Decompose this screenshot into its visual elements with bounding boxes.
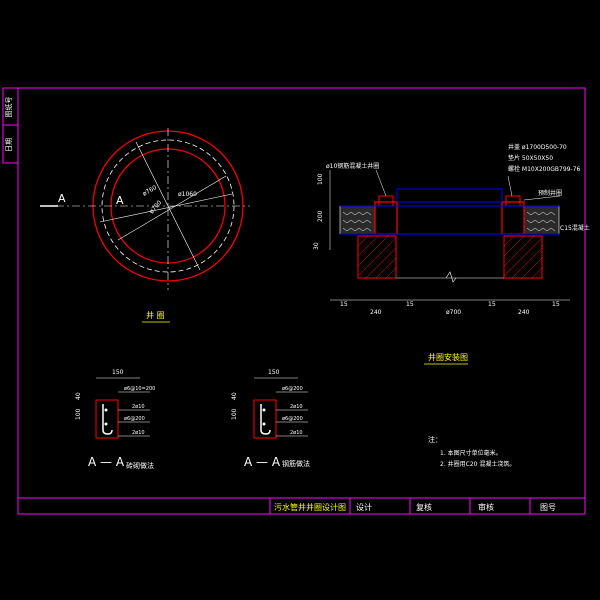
drawing-title: 污水管井井圈设计图: [274, 502, 346, 512]
install-dim-b1: 240: [370, 309, 382, 316]
section-left-rebar-2: 2ø10: [132, 404, 145, 410]
plan-dim-mid: ø760: [142, 184, 159, 198]
section-right-subtitle: 钢筋做法: [282, 459, 310, 468]
section-right-rebar-4: 2ø10: [290, 430, 303, 436]
cover-seat-right: [505, 195, 521, 207]
title-block: 污水管井井圈设计图 设计 复核 审核 图号: [18, 497, 585, 514]
install-dim-v3: 30: [313, 242, 320, 250]
section-left-dim-b: 100: [75, 408, 82, 420]
design-label: 设计: [356, 502, 372, 512]
section-right-dim-b: 100: [231, 408, 238, 420]
section-mark-inner: A: [116, 194, 124, 207]
callout-rebar: ø10钢筋混凝土井圈: [326, 162, 379, 170]
install-view: 100 200 30 15 240 15 ø700 15 240 15 ø10钢…: [313, 143, 590, 365]
section-right-title: A — A: [244, 455, 281, 469]
install-caption: 井圈安装图: [428, 352, 468, 362]
review-label: 复核: [416, 502, 432, 512]
install-dim-v1: 100: [317, 173, 324, 185]
ring-block-left: [374, 201, 398, 235]
section-right-rebar-3: ø6@200: [282, 416, 303, 422]
side-strip-top-label: 图纸号: [4, 97, 13, 118]
ring-block-right: [501, 201, 525, 235]
section-right-dim-top: 150: [268, 369, 280, 376]
callout-pad: 垫片 50X50X50: [508, 154, 553, 162]
section-left-dim-top: 150: [112, 369, 124, 376]
notes: 注： 1. 本图尺寸单位毫米。 2. 井圈用C20 混凝土浇筑。: [428, 435, 515, 468]
install-dim-b3: ø700: [446, 309, 461, 316]
section-right-bar-2: [262, 422, 266, 426]
section-left: 150 40 100 ø6@10=200 2ø10 ø6@200 2ø10 A …: [75, 369, 155, 470]
section-left-bar-1: [104, 408, 108, 412]
plan-dim-outer: ø1060: [178, 191, 197, 198]
callout-bolt: 螺栓 M10X200GB799-76: [508, 165, 580, 173]
section-right-ring: [253, 399, 277, 439]
plan-view: A A ø1060 ø760 ø700 井 圈: [40, 128, 250, 323]
install-dim-b5: 240: [518, 309, 530, 316]
section-right-rebar-2: 2ø10: [290, 404, 303, 410]
install-dim-v2: 200: [317, 210, 324, 222]
section-left-bar-2: [104, 422, 108, 426]
section-left-dim-a: 40: [75, 392, 82, 400]
callout-ring: 预制井圈: [538, 189, 562, 197]
section-left-rebar-1: ø6@10=200: [124, 386, 155, 392]
install-dim-b0: 15: [340, 301, 348, 308]
section-right-bar-1: [262, 408, 266, 412]
section-left-rebar-3: ø6@200: [124, 416, 145, 422]
callout-concrete: C15混凝土: [560, 224, 590, 232]
section-right: 150 40 100 ø6@200 2ø10 ø6@200 2ø10 A — A…: [231, 369, 310, 469]
plan-dim-inner: ø700: [148, 199, 163, 215]
approve-label: 审核: [478, 502, 494, 512]
drawing-no-label: 图号: [540, 503, 556, 512]
section-left-title: A — A: [88, 455, 125, 469]
section-left-rebar-4: 2ø10: [132, 430, 145, 436]
cover-seat-left: [378, 195, 394, 207]
notes-title: 注：: [428, 435, 442, 444]
notes-line-2: 2. 井圈用C20 混凝土浇筑。: [440, 460, 515, 468]
callout-cover: 井盖 ø1700D500-70: [508, 143, 567, 151]
notes-line-1: 1. 本图尺寸单位毫米。: [440, 449, 502, 457]
dimension-line-cross: [117, 175, 227, 241]
section-right-rebar-1: ø6@200: [282, 386, 303, 392]
cad-drawing-canvas: 图纸号 日期 A A ø1060 ø760 ø700 井 圈 100 200 3…: [0, 0, 600, 600]
section-mark-left: A: [58, 192, 66, 205]
section-right-dim-a: 40: [231, 392, 238, 400]
plan-caption: 井 圈: [146, 310, 165, 320]
install-dim-b6: 15: [552, 301, 560, 308]
section-left-subtitle: 砖砌做法: [126, 461, 154, 470]
section-left-ring: [95, 399, 119, 439]
section-left-rebar-hook: [102, 404, 113, 435]
section-right-rebar-hook: [260, 404, 271, 435]
install-dim-b4: 15: [488, 301, 496, 308]
side-strip-bottom-label: 日期: [5, 138, 13, 152]
cad-drawing: 图纸号 日期 A A ø1060 ø760 ø700 井 圈 100 200 3…: [2, 87, 590, 515]
callout-leader-cover: [507, 175, 513, 197]
callout-leader-rebar: [375, 169, 387, 197]
break-symbol: [445, 271, 457, 283]
install-dim-b2: 15: [406, 301, 414, 308]
